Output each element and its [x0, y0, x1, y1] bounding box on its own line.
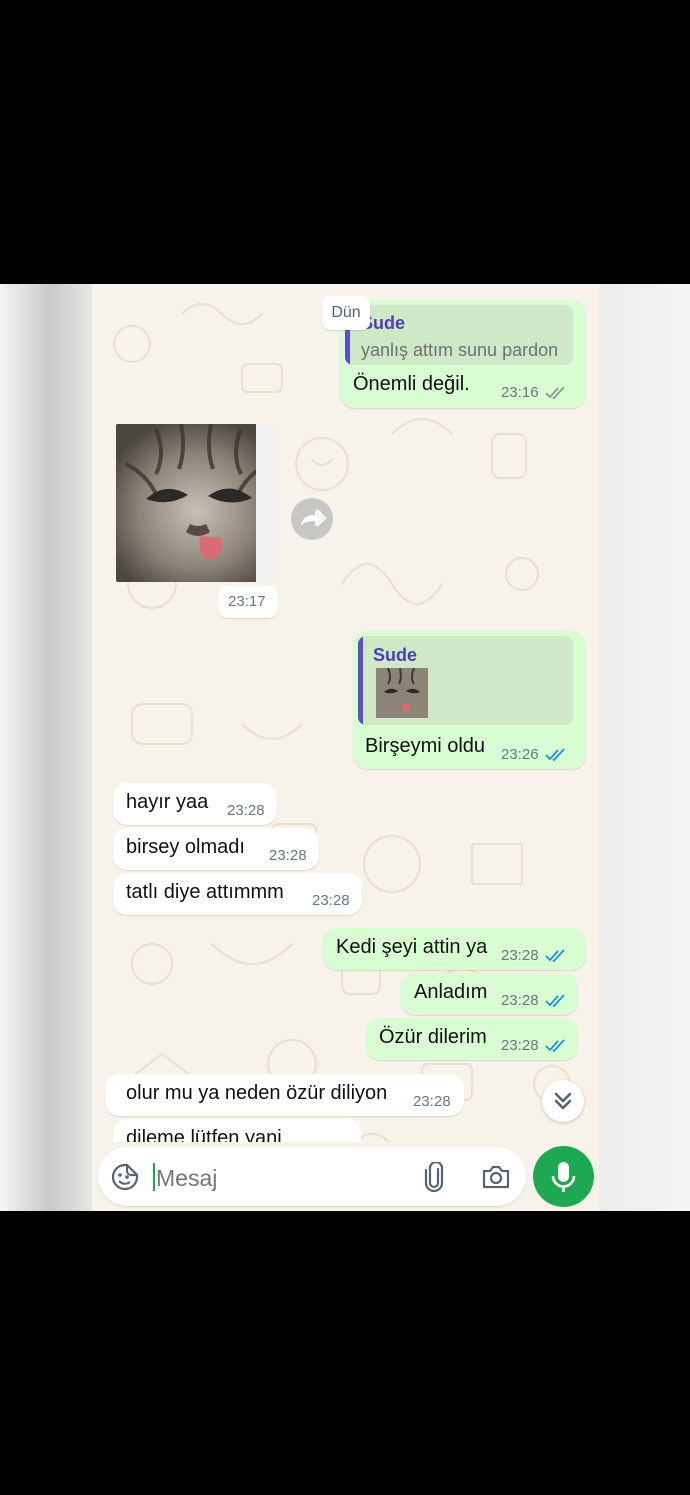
camera-icon[interactable] [481, 1163, 511, 1191]
message-text: Önemli değil. [353, 373, 470, 395]
emoji-sticker-icon[interactable] [110, 1162, 140, 1192]
message-time: 23:28 [413, 1093, 451, 1110]
double-check-icon [545, 994, 565, 1008]
message-composer[interactable] [98, 1147, 526, 1206]
message-time: 23:28 [501, 1037, 539, 1054]
message-text: Kedi şeyi attin ya [336, 936, 488, 958]
message-time: 23:26 [501, 746, 539, 763]
chat-area[interactable]: Sude yanlış attım sunu pardon Önemli değ… [92, 284, 599, 1211]
message-text: birsey olmadı [126, 836, 245, 858]
message-time: 23:17 [228, 593, 266, 610]
message-outgoing[interactable]: Kedi şeyi attin ya 23:28 [323, 928, 586, 970]
message-text: Anladım [414, 981, 488, 1003]
reply-quote[interactable]: Sude [358, 636, 573, 725]
reply-bar [358, 636, 363, 725]
message-time: 23:28 [501, 947, 539, 964]
double-chevron-down-icon [554, 1092, 572, 1110]
message-time: 23:16 [501, 384, 539, 401]
message-incoming[interactable]: tatlı diye attımmm 23:28 [113, 873, 362, 915]
date-chip: Dün [322, 296, 370, 330]
scroll-to-bottom-button[interactable] [542, 1080, 584, 1122]
message-incoming[interactable]: hayır yaa 23:28 [113, 783, 277, 825]
forward-button[interactable] [291, 498, 333, 540]
reply-sender-name: Sude [373, 645, 418, 665]
voice-message-button[interactable] [533, 1146, 594, 1207]
message-time: 23:28 [501, 992, 539, 1009]
message-text: Birşeymi oldu [365, 735, 486, 757]
message-text: olur mu ya neden özür diliyon [126, 1082, 388, 1104]
message-incoming[interactable]: birsey olmadı 23:28 [113, 828, 319, 870]
message-input[interactable] [154, 1159, 398, 1197]
phone-screen: Sude yanlış attım sunu pardon Önemli değ… [0, 284, 690, 1211]
background-right [599, 284, 690, 1211]
image-time-chip: 23:17 [218, 586, 278, 618]
message-image[interactable] [116, 424, 278, 582]
reply-text: yanlış attım sunu pardon [361, 340, 559, 360]
message-outgoing[interactable]: Anladım 23:28 [401, 973, 578, 1015]
reply-quote[interactable]: Sude yanlış attım sunu pardon [345, 305, 573, 365]
double-check-icon [545, 748, 565, 762]
background-left [0, 284, 92, 1211]
microphone-icon [551, 1162, 576, 1192]
message-text: tatlı diye attımmm [126, 881, 284, 903]
forward-icon [301, 509, 327, 527]
message-outgoing[interactable]: Sude yanlış attım sunu pardon Önemli değ… [340, 300, 586, 408]
message-time: 23:28 [269, 847, 307, 864]
message-incoming[interactable]: olur mu ya neden özür diliyon 23:28 [105, 1074, 464, 1116]
reply-image-thumbnail [376, 668, 428, 718]
message-text: Özür dilerim [379, 1026, 487, 1048]
message-time: 23:28 [312, 892, 350, 909]
message-text: hayır yaa [126, 791, 209, 813]
double-check-icon [545, 1039, 565, 1053]
message-outgoing[interactable]: Özür dilerim 23:28 [366, 1018, 578, 1060]
message-time: 23:28 [227, 802, 265, 819]
double-check-icon [545, 386, 565, 400]
paperclip-icon[interactable] [422, 1162, 448, 1192]
cat-sticker-image [116, 424, 278, 582]
message-outgoing[interactable]: Sude Birşeymi oldu 23:26 [353, 631, 586, 769]
double-check-icon [545, 949, 565, 963]
